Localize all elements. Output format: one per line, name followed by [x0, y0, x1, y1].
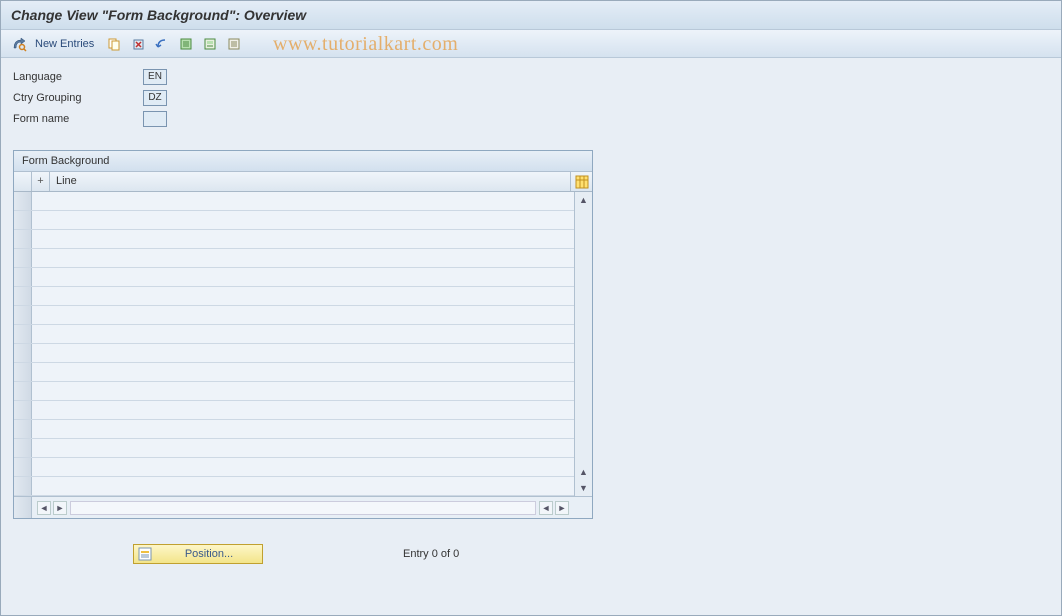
form-name-label: Form name	[13, 113, 143, 125]
table-row[interactable]	[14, 420, 574, 439]
table-row[interactable]	[14, 458, 574, 477]
row-selector[interactable]	[14, 306, 32, 324]
table-row[interactable]	[14, 325, 574, 344]
scroll-up-icon[interactable]: ▲	[575, 192, 592, 208]
table-row[interactable]	[14, 230, 574, 249]
table-row[interactable]	[14, 287, 574, 306]
select-all-column[interactable]	[14, 172, 32, 191]
row-selector[interactable]	[14, 249, 32, 267]
scroll-left-icon[interactable]: ◄	[37, 501, 51, 515]
table-row[interactable]	[14, 211, 574, 230]
ctry-grouping-label: Ctry Grouping	[13, 92, 143, 104]
scroll-down-icon[interactable]: ▲	[575, 464, 592, 480]
page-title: Change View "Form Background": Overview	[11, 7, 306, 23]
scroll-right-icon[interactable]: ►	[555, 501, 569, 515]
scroll-track[interactable]	[70, 501, 536, 515]
watermark-text: www.tutorialkart.com	[273, 33, 458, 56]
table-settings-icon[interactable]	[570, 172, 592, 191]
toggle-icon[interactable]	[9, 34, 29, 54]
row-selector[interactable]	[14, 477, 32, 495]
table-row[interactable]	[14, 268, 574, 287]
title-bar: Change View "Form Background": Overview	[1, 1, 1061, 30]
table-row[interactable]	[14, 401, 574, 420]
row-selector[interactable]	[14, 325, 32, 343]
table-row[interactable]	[14, 306, 574, 325]
language-label: Language	[13, 71, 143, 83]
table-row[interactable]	[14, 344, 574, 363]
select-block-icon[interactable]	[200, 34, 220, 54]
row-selector[interactable]	[14, 344, 32, 362]
vertical-scrollbar[interactable]: ▲ ▲ ▼	[574, 192, 592, 496]
row-selector[interactable]	[14, 268, 32, 286]
position-label: Position...	[160, 548, 258, 560]
deselect-all-icon[interactable]	[224, 34, 244, 54]
plus-column-header[interactable]: +	[32, 172, 50, 191]
scroll-down-icon[interactable]: ▼	[575, 480, 592, 496]
position-button[interactable]: Position...	[133, 544, 263, 564]
row-selector[interactable]	[14, 382, 32, 400]
copy-icon[interactable]	[104, 34, 124, 54]
row-selector[interactable]	[14, 420, 32, 438]
position-icon	[138, 547, 154, 561]
scroll-right-icon[interactable]: ►	[53, 501, 67, 515]
row-selector[interactable]	[14, 211, 32, 229]
table-title: Form Background	[14, 151, 592, 172]
select-all-icon[interactable]	[176, 34, 196, 54]
new-entries-button[interactable]: New Entries	[35, 38, 94, 50]
horizontal-scrollbar: ◄ ► ◄ ►	[14, 496, 592, 518]
row-selector[interactable]	[14, 458, 32, 476]
row-selector[interactable]	[14, 230, 32, 248]
delete-icon[interactable]	[128, 34, 148, 54]
table-header: + Line	[14, 172, 592, 192]
row-selector[interactable]	[14, 192, 32, 210]
form-background-table: Form Background + Line ▲	[13, 150, 593, 519]
table-row[interactable]	[14, 249, 574, 268]
toolbar: New Entries	[1, 30, 1061, 58]
line-column-header[interactable]: Line	[50, 172, 570, 191]
scroll-left-icon[interactable]: ◄	[539, 501, 553, 515]
row-selector[interactable]	[14, 439, 32, 457]
form-name-field[interactable]	[143, 111, 167, 127]
row-selector[interactable]	[14, 363, 32, 381]
undo-icon[interactable]	[152, 34, 172, 54]
row-selector[interactable]	[14, 401, 32, 419]
table-row[interactable]	[14, 363, 574, 382]
table-row[interactable]	[14, 192, 574, 211]
entry-status: Entry 0 of 0	[403, 548, 459, 560]
table-row[interactable]	[14, 477, 574, 496]
table-row[interactable]	[14, 382, 574, 401]
table-row[interactable]	[14, 439, 574, 458]
form-area: Language EN Ctry Grouping DZ Form name	[1, 58, 1061, 135]
language-field[interactable]: EN	[143, 69, 167, 85]
row-selector[interactable]	[14, 287, 32, 305]
bottom-bar: Position... Entry 0 of 0	[1, 534, 1061, 574]
ctry-grouping-field[interactable]: DZ	[143, 90, 167, 106]
table-body: ▲ ▲ ▼	[14, 192, 592, 496]
